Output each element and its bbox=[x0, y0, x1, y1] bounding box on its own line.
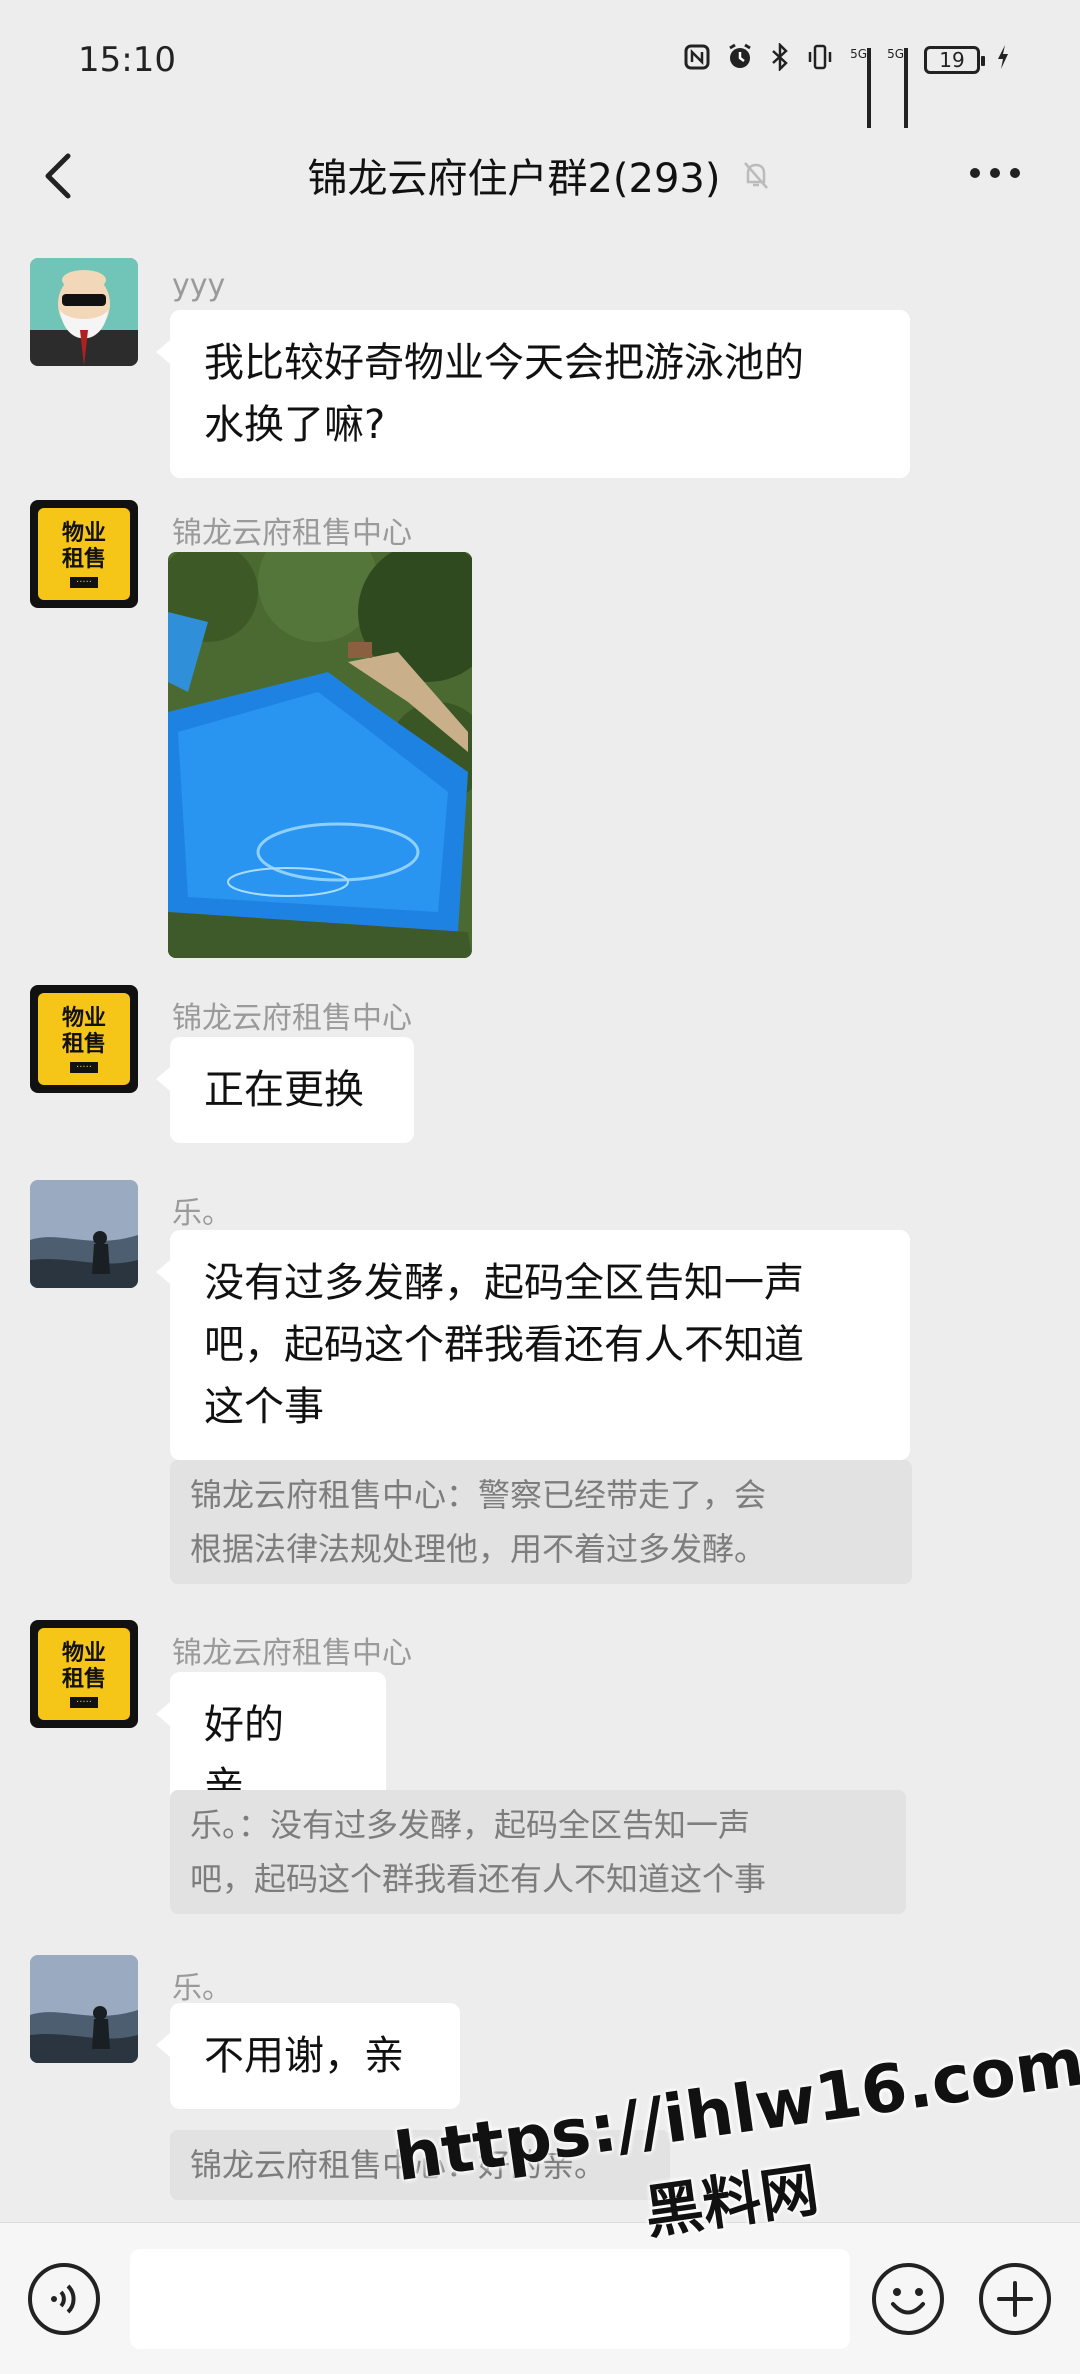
message-text: 不用谢，亲 bbox=[204, 2033, 404, 2079]
pool-photo[interactable] bbox=[168, 552, 472, 958]
avatar-footer: ····· bbox=[70, 576, 98, 588]
chat-title[interactable]: 锦龙云府住户群2(293) bbox=[307, 146, 720, 204]
message-text: 没有过多发酵，起码全区告知一声 bbox=[204, 1260, 804, 1306]
sender-name: 锦龙云府租售中心 bbox=[172, 516, 412, 551]
avatar-footer: ····· bbox=[70, 1061, 98, 1073]
quote-text: 乐。：没有过多发酵，起码全区告知一声 bbox=[190, 1806, 751, 1844]
alarm-icon bbox=[726, 43, 754, 77]
message-text: 我比较好奇物业今天会把游泳池的 bbox=[204, 340, 804, 386]
sender-name: 锦龙云府租售中心 bbox=[172, 1636, 412, 1671]
more-button[interactable] bbox=[970, 158, 1030, 188]
quote-text: 锦龙云府租售中心：警察已经带走了，会 bbox=[190, 1476, 767, 1514]
message-text: 水换了嘛? bbox=[204, 402, 386, 448]
status-time: 15:10 bbox=[78, 40, 176, 80]
avatar-text: 物业 bbox=[61, 1005, 106, 1031]
avatar[interactable]: 物业 租售 ····· bbox=[30, 500, 138, 608]
sender-name: 乐。 bbox=[172, 1971, 232, 2006]
message-text: 正在更换 bbox=[204, 1067, 364, 1113]
message-text: 吧，起码这个群我看还有人不知道 bbox=[204, 1322, 804, 1368]
plus-icon bbox=[979, 2263, 1051, 2335]
quoted-message[interactable]: 乐。：没有过多发酵，起码全区告知一声 吧，起码这个群我看还有人不知道这个事 bbox=[170, 1790, 906, 1914]
chevron-left-icon bbox=[45, 153, 71, 199]
signal-label: 5G bbox=[887, 47, 904, 61]
message-text: 这个事 bbox=[204, 1384, 324, 1430]
vibrate-icon bbox=[806, 43, 834, 77]
back-button[interactable] bbox=[36, 148, 86, 204]
signal-5g-icon: 5G bbox=[887, 47, 908, 128]
avatar-text: 物业 bbox=[61, 520, 106, 546]
avatar[interactable] bbox=[30, 258, 138, 366]
voice-icon bbox=[28, 2263, 100, 2335]
avatar[interactable]: 物业 租售 ····· bbox=[30, 985, 138, 1093]
quote-text: 根据法律法规处理他，用不着过多发酵。 bbox=[190, 1530, 767, 1568]
bluetooth-icon bbox=[770, 41, 790, 77]
sender-name: 锦龙云府租售中心 bbox=[172, 1001, 412, 1036]
charging-icon bbox=[996, 44, 1010, 76]
avatar-text: 物业 bbox=[61, 1640, 106, 1666]
avatar-footer: ····· bbox=[70, 1696, 98, 1708]
message-bubble[interactable]: 我比较好奇物业今天会把游泳池的 水换了嘛? bbox=[156, 310, 910, 478]
chat-header: 锦龙云府住户群2(293) bbox=[0, 120, 1080, 230]
signal-5g-icon: 5G bbox=[850, 47, 872, 128]
bell-off-icon bbox=[743, 162, 768, 189]
sender-name: yyy bbox=[172, 268, 226, 303]
message-bubble[interactable]: 不用谢，亲 bbox=[156, 2003, 460, 2109]
nfc-icon bbox=[684, 44, 710, 76]
avatar[interactable] bbox=[30, 1180, 138, 1288]
quoted-message[interactable]: 锦龙云府租售中心：警察已经带走了，会 根据法律法规处理他，用不着过多发酵。 bbox=[170, 1460, 912, 1584]
quote-text: 吧，起码这个群我看还有人不知道这个事 bbox=[190, 1860, 767, 1898]
sender-name: 乐。 bbox=[172, 1196, 232, 1231]
message-bubble[interactable]: 没有过多发酵，起码全区告知一声 吧，起码这个群我看还有人不知道 这个事 bbox=[156, 1230, 910, 1460]
avatar[interactable] bbox=[30, 1955, 138, 2063]
avatar[interactable]: 物业 租售 ····· bbox=[30, 1620, 138, 1728]
more-icon bbox=[970, 168, 980, 178]
voice-button[interactable] bbox=[24, 2259, 104, 2339]
avatar-text: 租售 bbox=[61, 546, 106, 572]
battery-icon: 19 bbox=[924, 46, 985, 74]
status-bar: 15:10 5G 5G 19 bbox=[0, 0, 1080, 128]
message-bubble[interactable]: 正在更换 bbox=[156, 1037, 414, 1143]
signal-label: 5G bbox=[850, 47, 868, 61]
plus-button[interactable] bbox=[975, 2259, 1055, 2339]
status-icons: 5G 5G 19 bbox=[684, 41, 1010, 128]
avatar-text: 租售 bbox=[61, 1031, 106, 1057]
avatar-text: 租售 bbox=[61, 1666, 106, 1692]
